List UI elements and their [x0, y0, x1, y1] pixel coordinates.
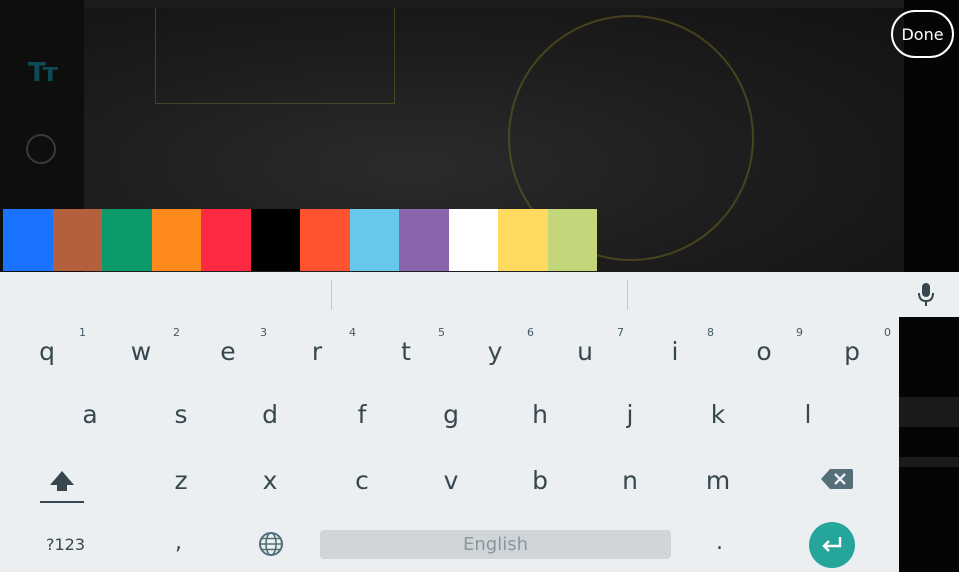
key-l[interactable]: l	[793, 400, 823, 429]
key-p[interactable]: p	[837, 337, 867, 366]
key-k[interactable]: k	[703, 400, 733, 429]
key-g[interactable]: g	[436, 400, 466, 429]
key-u[interactable]: u	[570, 337, 600, 366]
focus-rectangle	[155, 8, 395, 104]
color-swatch[interactable]	[102, 209, 152, 271]
circle-tool-icon[interactable]	[26, 134, 56, 164]
key-h[interactable]: h	[525, 400, 555, 429]
key-o[interactable]: o	[749, 337, 779, 366]
key-e[interactable]: e	[213, 337, 243, 366]
color-swatch[interactable]	[151, 209, 201, 271]
key-x[interactable]: x	[255, 466, 285, 495]
period-key[interactable]: .	[716, 530, 723, 555]
key-f[interactable]: f	[347, 400, 377, 429]
suggestion-bar	[0, 272, 959, 317]
color-swatch[interactable]	[498, 209, 548, 271]
mic-icon[interactable]	[916, 282, 936, 308]
suggestion-divider	[627, 280, 628, 310]
shift-icon[interactable]	[38, 469, 86, 505]
key-y[interactable]: y	[480, 337, 510, 366]
enter-key[interactable]	[809, 522, 855, 568]
key-w[interactable]: w	[126, 337, 156, 366]
color-swatch[interactable]	[547, 209, 597, 271]
color-swatch[interactable]	[399, 209, 449, 271]
key-hint-number: 5	[438, 326, 445, 339]
key-q[interactable]: q	[32, 337, 62, 366]
symbols-key[interactable]: ?123	[46, 535, 85, 554]
key-b[interactable]: b	[525, 466, 555, 495]
done-button[interactable]: Done	[891, 10, 954, 58]
comma-key[interactable]: ,	[175, 530, 182, 555]
key-v[interactable]: v	[436, 466, 466, 495]
color-swatch[interactable]	[201, 209, 251, 271]
keyboard-side-area	[899, 317, 959, 572]
space-key[interactable]: English	[320, 530, 671, 559]
color-swatch[interactable]	[3, 209, 53, 271]
key-m[interactable]: m	[703, 466, 733, 495]
key-hint-number: 0	[884, 326, 891, 339]
key-z[interactable]: z	[166, 466, 196, 495]
enter-icon	[822, 537, 842, 552]
key-hint-number: 7	[617, 326, 624, 339]
key-hint-number: 1	[79, 326, 86, 339]
backspace-icon[interactable]	[820, 467, 854, 491]
color-swatch[interactable]	[349, 209, 399, 271]
color-swatch[interactable]	[448, 209, 498, 271]
key-r[interactable]: r	[302, 337, 332, 366]
key-s[interactable]: s	[166, 400, 196, 429]
key-hint-number: 2	[173, 326, 180, 339]
key-hint-number: 9	[796, 326, 803, 339]
key-i[interactable]: i	[660, 337, 690, 366]
key-hint-number: 3	[260, 326, 267, 339]
color-swatch[interactable]	[250, 209, 300, 271]
key-hint-number: 6	[527, 326, 534, 339]
key-a[interactable]: a	[75, 400, 105, 429]
suggestion-divider	[331, 280, 332, 310]
key-c[interactable]: c	[347, 466, 377, 495]
key-hint-number: 4	[349, 326, 356, 339]
color-swatch[interactable]	[300, 209, 350, 271]
color-palette	[3, 209, 597, 271]
key-t[interactable]: t	[391, 337, 421, 366]
text-tool-icon[interactable]: Tт	[28, 58, 58, 88]
globe-icon[interactable]	[258, 531, 284, 557]
key-hint-number: 8	[707, 326, 714, 339]
key-n[interactable]: n	[615, 466, 645, 495]
key-j[interactable]: j	[615, 400, 645, 429]
color-swatch[interactable]	[52, 209, 102, 271]
key-d[interactable]: d	[255, 400, 285, 429]
